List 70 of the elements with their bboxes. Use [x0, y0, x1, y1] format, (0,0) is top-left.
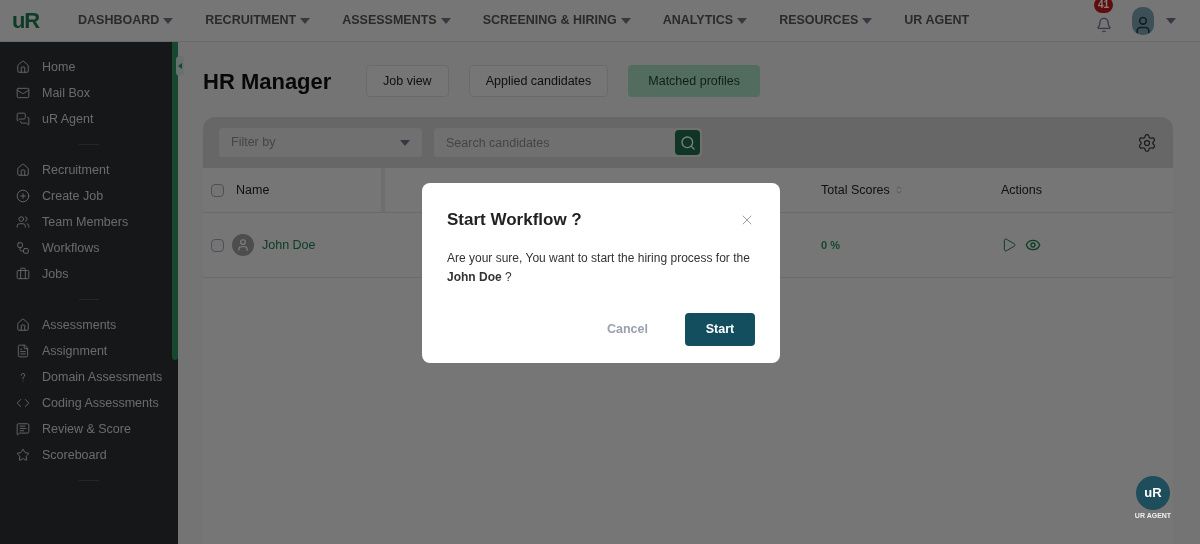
caret-icon — [1166, 17, 1176, 24]
nav-menu-item[interactable]: SCREENING & HIRING — [482, 11, 631, 30]
sidebar-item[interactable]: Coding Assessments — [0, 390, 170, 416]
users-icon — [16, 215, 30, 229]
sidebar-item[interactable]: Jobs — [0, 261, 170, 287]
dialog-title: Start Workflow ? — [447, 209, 582, 231]
document-icon — [16, 344, 30, 358]
briefcase-icon — [16, 267, 30, 281]
caret-icon — [620, 17, 631, 24]
bell-icon[interactable] — [1096, 16, 1112, 33]
mail-icon — [16, 86, 30, 100]
sidebar-item[interactable]: Assessments — [0, 312, 170, 338]
scrollbar-thumb[interactable] — [172, 42, 178, 360]
select-all-checkbox[interactable] — [211, 183, 224, 197]
cancel-button[interactable]: Cancel — [595, 313, 660, 345]
logo[interactable]: uR — [12, 4, 62, 37]
view-tab[interactable]: Job view — [366, 65, 449, 97]
home-icon — [16, 318, 30, 332]
home-icon — [16, 163, 30, 177]
nav-menu-item[interactable]: ASSESSMENTS — [342, 11, 451, 30]
candidate-name-link[interactable]: John Doe — [262, 235, 316, 255]
home-icon — [16, 60, 30, 74]
view-tab[interactable]: Applied candidates — [468, 65, 609, 97]
avatar — [232, 234, 254, 256]
sidebar-item[interactable]: Scoreboard — [0, 442, 170, 468]
collapse-toggle[interactable] — [176, 56, 184, 76]
row-checkbox[interactable] — [211, 238, 224, 252]
caret-icon — [400, 139, 410, 146]
caret-icon — [862, 17, 873, 24]
sidebar-item[interactable]: Team Members — [0, 209, 170, 235]
settings-icon[interactable] — [1137, 132, 1157, 153]
chat-icon — [16, 112, 30, 126]
sidebar-item[interactable]: Workflows — [0, 235, 170, 261]
caret-icon — [163, 17, 174, 24]
plus-circle-icon — [16, 189, 30, 203]
nav-menu-item[interactable]: RESOURCES — [779, 11, 873, 30]
column-header: Actions — [1001, 181, 1042, 199]
message-icon — [16, 422, 30, 436]
sidebar-item[interactable]: Mail Box — [0, 80, 170, 106]
column-header[interactable]: Total Scores — [821, 180, 890, 200]
start-button[interactable]: Start — [685, 312, 755, 346]
play-icon[interactable] — [1001, 237, 1017, 253]
view-tab[interactable]: Matched profiles — [628, 65, 760, 97]
search-button[interactable] — [675, 130, 700, 155]
caret-icon — [300, 17, 311, 24]
caret-icon — [737, 17, 748, 24]
nav-menu-item[interactable]: ANALYTICS — [662, 11, 748, 30]
nav-menu-item[interactable]: DASHBOARD — [78, 11, 174, 30]
score-text: 0 % — [821, 237, 840, 253]
dialog-message: Are your sure, You want to start the hiring process for the John Doe ? — [447, 249, 751, 286]
sidebar-item[interactable]: Domain Assessments — [0, 364, 170, 390]
sidebar-item[interactable]: Home — [0, 54, 170, 80]
page-title: HR Manager — [203, 67, 333, 96]
search-icon — [679, 134, 696, 151]
sidebar-item[interactable]: uR Agent — [0, 106, 170, 132]
workflow-icon — [16, 241, 30, 255]
caret-icon — [440, 17, 451, 24]
nav-menu-item[interactable]: RECRUITMENT — [205, 11, 311, 30]
sidebar-item[interactable]: Review & Score — [0, 416, 170, 442]
sidebar-item[interactable]: Create Job — [0, 183, 170, 209]
star-icon — [16, 448, 30, 462]
avatar — [1132, 6, 1154, 35]
notification-count: 41 — [1094, 0, 1114, 13]
code-icon — [16, 396, 30, 410]
sidebar-item[interactable]: Recruitment — [0, 157, 170, 183]
profile-menu[interactable] — [1132, 6, 1176, 35]
nav-menu-item[interactable]: UR AGENT — [904, 11, 970, 30]
column-header: Name — [236, 181, 270, 199]
sidebar-item[interactable]: Assignment — [0, 338, 170, 364]
eye-icon[interactable] — [1025, 237, 1041, 253]
